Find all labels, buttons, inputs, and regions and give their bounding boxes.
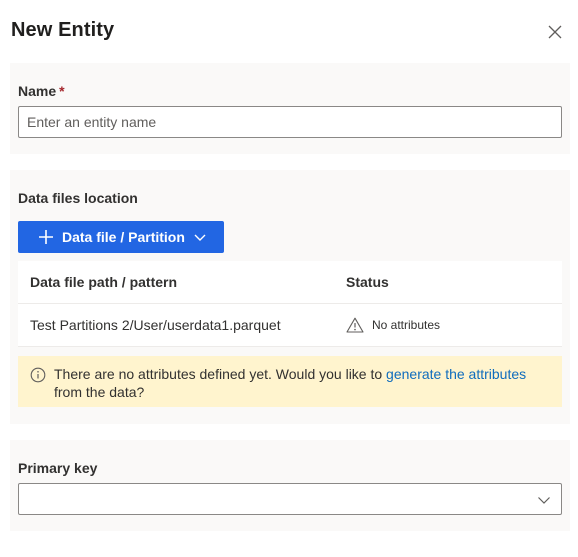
primary-key-section: Primary key <box>10 440 570 531</box>
name-section: Name * <box>10 63 570 154</box>
info-icon <box>30 367 46 383</box>
data-files-table: Data file path / pattern Status Test Par… <box>18 261 562 347</box>
name-label: Name * <box>18 83 65 99</box>
plus-icon <box>38 229 54 245</box>
add-data-file-label: Data file / Partition <box>62 229 185 245</box>
primary-key-label: Primary key <box>18 460 98 476</box>
primary-key-dropdown[interactable] <box>18 483 562 515</box>
column-header-path: Data file path / pattern <box>30 274 178 290</box>
table-row[interactable]: Test Partitions 2/User/userdata1.parquet… <box>18 304 562 347</box>
no-attributes-warning: There are no attributes defined yet. Wou… <box>18 356 562 407</box>
generate-attributes-link[interactable]: generate the attributes <box>386 366 526 382</box>
warning-text-before: There are no attributes defined yet. Wou… <box>54 366 387 382</box>
status-text: No attributes <box>372 318 441 332</box>
dialog-title: New Entity <box>11 19 115 41</box>
table-header: Data file path / pattern Status <box>18 261 562 304</box>
required-mark: * <box>59 83 65 99</box>
chevron-down-icon <box>194 231 206 243</box>
add-data-file-button[interactable]: Data file / Partition <box>18 221 224 253</box>
entity-name-input[interactable] <box>18 106 562 138</box>
close-button[interactable] <box>545 22 565 42</box>
status-cell: No attributes <box>346 317 562 333</box>
file-path-cell: Test Partitions 2/User/userdata1.parquet <box>30 317 281 333</box>
name-label-text: Name <box>18 83 57 99</box>
close-icon <box>548 25 562 39</box>
data-files-section: Data files location Data file / Partitio… <box>10 170 570 424</box>
warning-message: There are no attributes defined yet. Wou… <box>54 365 526 400</box>
column-header-status: Status <box>346 274 389 290</box>
warning-icon <box>346 317 364 333</box>
data-files-label: Data files location <box>18 190 138 206</box>
chevron-down-icon <box>537 493 551 507</box>
warning-text-after: from the data? <box>54 384 145 400</box>
